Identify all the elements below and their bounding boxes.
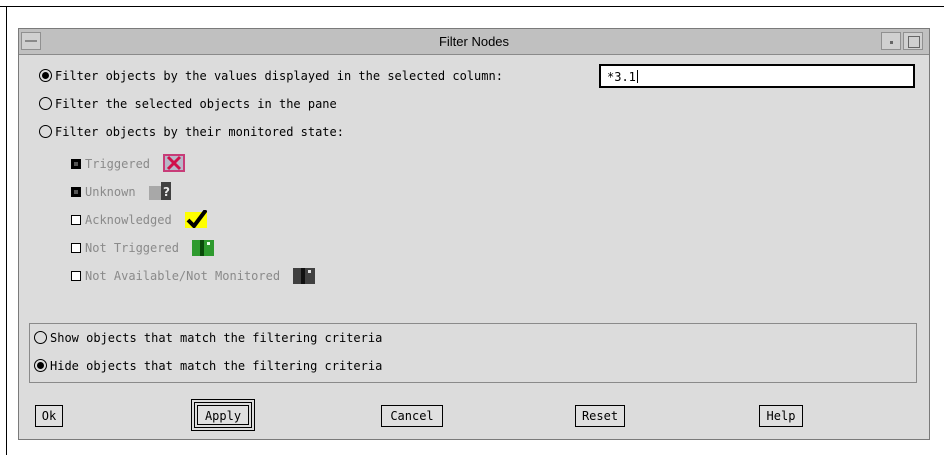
title-bar[interactable]: Filter Nodes: [19, 29, 929, 55]
filter-selected-objects-option[interactable]: Filter the selected objects in the pane: [39, 94, 337, 114]
maximize-button[interactable]: [903, 32, 923, 50]
state-acknowledged[interactable]: Acknowledged: [71, 208, 208, 230]
filter-by-column-label: Filter objects by the values displayed i…: [55, 69, 503, 83]
filter-monitored-state-label: Filter objects by their monitored state:: [55, 125, 344, 139]
maximize-icon: [908, 36, 920, 48]
minimize-icon: [890, 41, 893, 44]
state-triggered-checkbox[interactable]: [71, 159, 81, 169]
reset-button[interactable]: Reset: [575, 405, 625, 427]
state-not-available[interactable]: Not Available/Not Monitored: [71, 266, 316, 286]
filter-value-text: *3.1: [607, 70, 636, 84]
filter-value-input[interactable]: *3.1: [599, 64, 915, 88]
apply-button-ring: Apply: [194, 402, 252, 428]
screen-frame-left: [6, 6, 7, 455]
window-title: Filter Nodes: [438, 34, 510, 49]
state-triggered[interactable]: Triggered: [71, 154, 186, 174]
screen-frame-top: [0, 6, 944, 7]
state-unknown[interactable]: Unknown ?: [71, 182, 171, 202]
filter-nodes-dialog: Filter Nodes Filter objects by the value…: [18, 28, 930, 440]
text-cursor: [636, 70, 638, 83]
help-button[interactable]: Help: [759, 405, 803, 427]
state-acknowledged-label: Acknowledged: [85, 213, 172, 227]
minimize-button[interactable]: [881, 32, 901, 50]
svg-text:?: ?: [163, 185, 170, 199]
state-acknowledged-checkbox[interactable]: [71, 215, 81, 225]
hide-matching-radio[interactable]: [34, 359, 47, 372]
filter-selected-objects-radio[interactable]: [39, 97, 52, 110]
hide-matching-label: Hide objects that match the filtering cr…: [50, 359, 383, 373]
filter-by-column-radio[interactable]: [39, 69, 52, 82]
ok-button[interactable]: Ok: [35, 405, 63, 427]
unknown-question-icon: ?: [148, 182, 171, 200]
show-matching-label: Show objects that match the filtering cr…: [50, 331, 383, 345]
triggered-x-icon: [163, 154, 186, 172]
state-not-triggered[interactable]: Not Triggered: [71, 238, 215, 258]
not-triggered-icon: [192, 238, 215, 256]
show-matching-option[interactable]: Show objects that match the filtering cr…: [34, 328, 382, 348]
cancel-button[interactable]: Cancel: [381, 405, 443, 427]
filter-monitored-state-radio[interactable]: [39, 125, 52, 138]
filter-by-column-option[interactable]: Filter objects by the values displayed i…: [39, 66, 503, 86]
apply-button[interactable]: Apply: [191, 399, 255, 431]
filter-monitored-state-option[interactable]: Filter objects by their monitored state:: [39, 122, 344, 142]
acknowledged-check-icon: [184, 208, 208, 230]
state-not-available-checkbox[interactable]: [71, 271, 81, 281]
state-triggered-label: Triggered: [85, 157, 151, 171]
not-available-icon: [293, 266, 316, 284]
state-not-triggered-checkbox[interactable]: [71, 243, 81, 253]
hide-matching-option[interactable]: Hide objects that match the filtering cr…: [34, 356, 382, 376]
match-options-group: Show objects that match the filtering cr…: [29, 323, 917, 383]
filter-selected-objects-label: Filter the selected objects in the pane: [55, 97, 337, 111]
state-not-available-label: Not Available/Not Monitored: [85, 269, 281, 283]
show-matching-radio[interactable]: [34, 331, 47, 344]
state-not-triggered-label: Not Triggered: [85, 241, 179, 255]
state-unknown-checkbox[interactable]: [71, 187, 81, 197]
apply-button-label: Apply: [197, 405, 249, 425]
state-unknown-label: Unknown: [85, 185, 136, 199]
